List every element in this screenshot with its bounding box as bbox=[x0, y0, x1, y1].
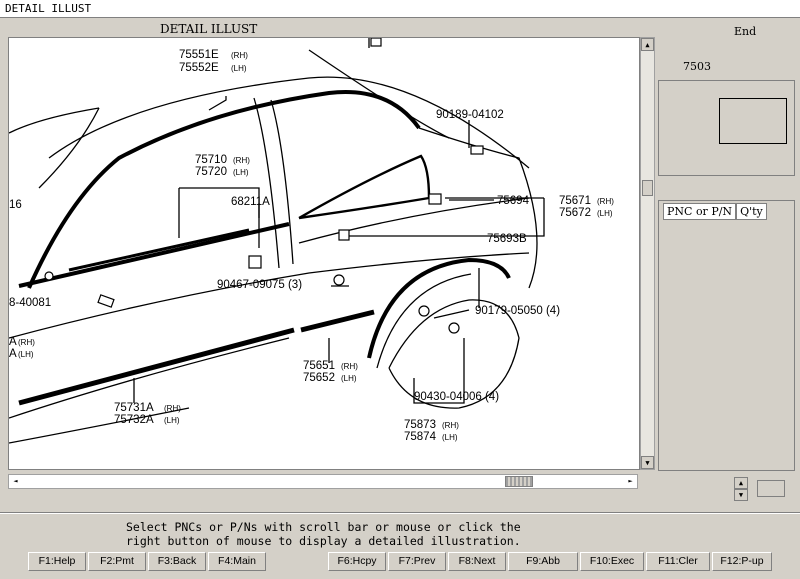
callout-75651-suffix: (RH) bbox=[341, 362, 358, 371]
illustration-heading: DETAIL ILLUST bbox=[160, 22, 258, 36]
f9-abb-button[interactable]: F9:Abb bbox=[508, 552, 578, 571]
illustration-horizontal-scrollbar[interactable]: ◄ ► bbox=[8, 474, 638, 489]
f12-pup-button[interactable]: F12:P-up bbox=[712, 552, 772, 571]
scroll-right-icon[interactable]: ► bbox=[624, 475, 637, 488]
callout-75731a-suffix: (RH) bbox=[164, 404, 181, 413]
illustration-canvas[interactable]: 75551E (RH) 75552E (LH) 90189-04102 7571… bbox=[8, 37, 640, 470]
callout-90430-04006[interactable]: 90430-04006 (4) bbox=[414, 391, 499, 403]
f11-cler-button[interactable]: F11:Cler bbox=[646, 552, 710, 571]
f1-help-button[interactable]: F1:Help bbox=[28, 552, 86, 571]
scroll-up-icon[interactable]: ▲ bbox=[641, 38, 654, 51]
callout-edge-a-rh-suffix: (RH) bbox=[18, 338, 35, 347]
column-header-qty[interactable]: Q'ty bbox=[736, 203, 767, 220]
status-line-2: right button of mouse to display a detai… bbox=[126, 534, 521, 548]
f10-exec-button[interactable]: F10:Exec bbox=[580, 552, 644, 571]
f6-hcpy-button[interactable]: F6:Hcpy bbox=[328, 552, 386, 571]
f4-main-button[interactable]: F4:Main bbox=[208, 552, 266, 571]
callout-75694[interactable]: 75694 bbox=[497, 195, 530, 207]
callout-edge-a-rh[interactable]: A bbox=[9, 336, 17, 348]
spin-down-icon[interactable]: ▼ bbox=[734, 489, 748, 501]
spinner-field[interactable] bbox=[757, 480, 785, 497]
pnc-list-header: PNC or P/N Q'ty bbox=[663, 203, 767, 220]
scroll-down-icon[interactable]: ▼ bbox=[641, 456, 654, 469]
callout-75552e-suffix: (LH) bbox=[231, 64, 247, 73]
horizontal-scroll-thumb[interactable] bbox=[505, 476, 533, 487]
callout-75710[interactable]: 75710 bbox=[195, 154, 227, 166]
detail-illust-window: DETAIL ILLUST DETAIL ILLUST 75551E (RH) … bbox=[0, 0, 800, 579]
callout-75873[interactable]: 75873 bbox=[404, 419, 436, 431]
callout-75551e[interactable]: 75551E bbox=[179, 49, 219, 61]
callout-68211a[interactable]: 68211A bbox=[231, 196, 270, 208]
current-pnc-code: 7503 bbox=[683, 60, 711, 73]
parts-diagram[interactable]: 75551E (RH) 75552E (LH) 90189-04102 7571… bbox=[9, 38, 640, 470]
window-title: DETAIL ILLUST bbox=[0, 0, 800, 18]
callout-75652[interactable]: 75652 bbox=[303, 372, 335, 384]
callout-edge-a-lh-suffix: (LH) bbox=[18, 350, 34, 359]
callout-75720-suffix: (LH) bbox=[233, 168, 249, 177]
callout-90179-05050[interactable]: 90179-05050 (4) bbox=[475, 305, 560, 317]
callout-75552e[interactable]: 75552E bbox=[179, 62, 219, 74]
callout-75873-suffix: (RH) bbox=[442, 421, 459, 430]
status-message: Select PNCs or P/Ns with scroll bar or m… bbox=[126, 520, 521, 548]
illustration-vertical-scrollbar[interactable]: ▲ ▼ bbox=[640, 37, 655, 470]
scroll-left-icon[interactable]: ◄ bbox=[9, 475, 22, 488]
callout-75671-suffix: (RH) bbox=[597, 197, 614, 206]
callout-75874[interactable]: 75874 bbox=[404, 431, 437, 443]
callout-75671[interactable]: 75671 bbox=[559, 195, 591, 207]
callout-90189-04102[interactable]: 90189-04102 bbox=[436, 109, 504, 121]
f7-prev-button[interactable]: F7:Prev bbox=[388, 552, 446, 571]
preview-panel bbox=[658, 80, 795, 176]
f2-pmt-button[interactable]: F2:Pmt bbox=[88, 552, 146, 571]
f8-next-button[interactable]: F8:Next bbox=[448, 552, 506, 571]
end-label: End bbox=[734, 25, 757, 38]
pnc-list-panel[interactable] bbox=[658, 200, 795, 471]
preview-frame[interactable] bbox=[719, 98, 787, 144]
function-key-bar: F1:Help F2:Pmt F3:Back F4:Main F6:Hcpy F… bbox=[0, 552, 800, 572]
f3-back-button[interactable]: F3:Back bbox=[148, 552, 206, 571]
callout-75651[interactable]: 75651 bbox=[303, 360, 335, 372]
vertical-scroll-thumb[interactable] bbox=[642, 180, 653, 196]
callout-75710-suffix: (RH) bbox=[233, 156, 250, 165]
callout-75672-suffix: (LH) bbox=[597, 209, 613, 218]
callout-90467-09075[interactable]: 90467-09075 (3) bbox=[217, 279, 302, 291]
status-divider bbox=[0, 512, 800, 514]
callout-75731a[interactable]: 75731A bbox=[114, 402, 154, 414]
callout-edge-a-lh[interactable]: A bbox=[9, 348, 17, 360]
callout-edge-40081[interactable]: 8-40081 bbox=[9, 297, 51, 309]
callout-75551e-suffix: (RH) bbox=[231, 51, 248, 60]
callout-75652-suffix: (LH) bbox=[341, 374, 357, 383]
column-header-pnc[interactable]: PNC or P/N bbox=[663, 203, 737, 220]
callout-75720[interactable]: 75720 bbox=[195, 166, 227, 178]
spin-up-icon[interactable]: ▲ bbox=[734, 477, 748, 489]
callout-75874-suffix: (LH) bbox=[442, 433, 458, 442]
callout-75732a[interactable]: 75732A bbox=[114, 414, 154, 426]
status-line-1: Select PNCs or P/Ns with scroll bar or m… bbox=[126, 520, 521, 534]
callout-75732a-suffix: (LH) bbox=[164, 416, 180, 425]
callout-75693b[interactable]: 75693B bbox=[487, 233, 527, 245]
callout-75672[interactable]: 75672 bbox=[559, 207, 591, 219]
quantity-spinner[interactable]: ▲ ▼ bbox=[734, 477, 748, 501]
callout-edge-16[interactable]: 16 bbox=[9, 199, 22, 211]
